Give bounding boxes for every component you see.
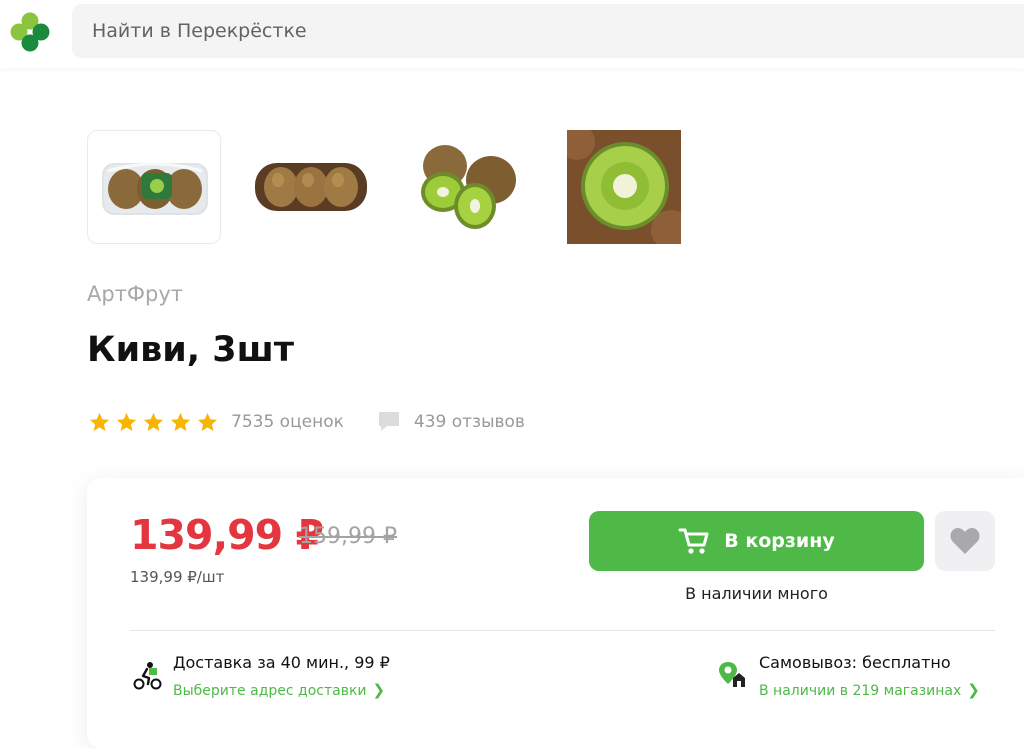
heart-icon [950,528,980,554]
kiwi-cross-section-image [559,124,691,250]
reviews-count[interactable]: 439 отзывов [414,412,525,432]
kiwi-package-image [102,162,208,215]
comment-icon [378,412,399,431]
unit-price: 139,99 ₽/шт [130,568,225,586]
pickup-info: Самовывоз: бесплатно [759,653,951,672]
product-title: Киви, 3шт [87,330,295,370]
chevron-right-icon: ❯ [967,681,980,699]
favorite-button[interactable] [935,511,995,571]
search-bar[interactable] [72,4,1024,58]
rating-stars[interactable] [88,411,219,434]
divider [130,630,995,631]
rating-row: 7535 оценок 439 отзывов [88,405,525,439]
pickup-store-icon [719,662,745,687]
cart-icon [678,528,709,554]
search-input[interactable] [90,19,1024,43]
chevron-right-icon: ❯ [372,681,386,699]
current-price: 139,99 ₽ [130,511,324,559]
store-availability-link[interactable]: В наличии в 219 магазинах ❯ [759,681,980,699]
gallery-thumb-tray[interactable] [245,130,379,244]
store-availability-label: В наличии в 219 магазинах [759,683,962,699]
add-to-cart-label: В корзину [724,530,835,552]
purchase-card: 139,99 ₽ 159,99 ₽ 139,99 ₽/шт В корзину … [87,478,1024,748]
perekrestok-logo-icon[interactable] [6,8,54,56]
kiwi-tray-image [255,163,367,211]
gallery-thumb-packaged[interactable] [87,130,221,244]
old-price: 159,99 ₽ [299,524,397,549]
courier-bike-icon [133,662,162,690]
add-to-cart-button[interactable]: В корзину [589,511,924,571]
header [0,0,1024,68]
star-icon [143,412,164,431]
choose-address-link[interactable]: Выберите адрес доставки ❯ [173,681,385,699]
kiwi-halves-image [421,145,516,229]
star-icon [170,412,191,431]
ratings-count[interactable]: 7535 оценок [231,412,344,432]
delivery-info: Доставка за 40 мин., 99 ₽ [173,653,390,672]
choose-address-label: Выберите адрес доставки [173,683,367,699]
star-icon [197,412,218,431]
gallery-thumb-halves[interactable] [407,130,541,244]
star-icon [116,412,137,431]
product-brand[interactable]: АртФрут [87,282,183,306]
star-icon [89,412,110,431]
stock-status: В наличии много [685,584,828,603]
gallery-thumb-cross-section[interactable] [559,124,701,250]
